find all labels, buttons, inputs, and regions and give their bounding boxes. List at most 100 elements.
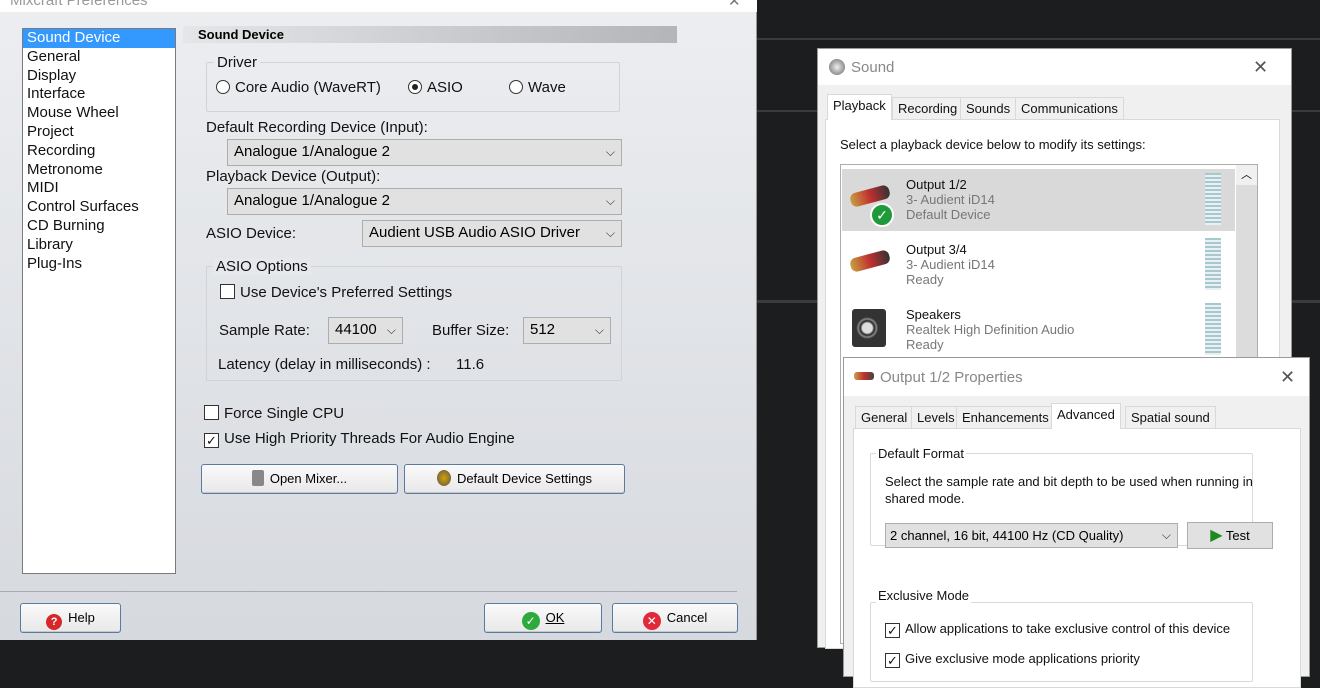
sound-title: Sound: [851, 59, 895, 76]
device-name: Output 1/2: [906, 177, 967, 192]
asio-device-label: ASIO Device:: [206, 225, 297, 242]
level-meter: [1205, 238, 1221, 290]
sample-rate-select[interactable]: 44100 ⌵: [328, 317, 403, 344]
nav-item[interactable]: Display: [23, 67, 175, 86]
latency-label: Latency (delay in milliseconds) :: [218, 356, 431, 373]
properties-tabs: General Levels Enhancements Advanced Spatial…: [853, 403, 1303, 429]
device-item[interactable]: Speakers Realtek High Definition Audio Rea…: [842, 299, 1235, 361]
section-header: Sound Device: [183, 26, 677, 43]
nav-item[interactable]: Plug-Ins: [23, 255, 175, 274]
nav-item[interactable]: Recording: [23, 142, 175, 161]
nav-item[interactable]: General: [23, 48, 175, 67]
driver-label: Driver: [214, 54, 260, 71]
category-list[interactable]: Sound Device General Display Interface Mouse…: [22, 28, 176, 574]
exclusive-priority-checkbox[interactable]: ✓ Give exclusive mode applications priori…: [885, 651, 1140, 668]
nav-item[interactable]: MIDI: [23, 179, 175, 198]
tab[interactable]: Levels: [911, 406, 961, 428]
radio-wave[interactable]: Wave: [509, 79, 566, 96]
format-description: Select the sample rate and bit depth to …: [885, 474, 1253, 506]
cancel-button[interactable]: ✕ Cancel: [612, 603, 738, 633]
asio-options-label: ASIO Options: [213, 258, 311, 275]
tab[interactable]: Enhancements: [956, 406, 1055, 428]
sound-icon: [829, 59, 845, 75]
device-status: Default Device: [906, 207, 991, 222]
sound-title-bar: Sound ✕: [818, 49, 1291, 85]
preferred-settings-checkbox[interactable]: Use Device's Preferred Settings: [220, 284, 452, 301]
instruction-text: Select a playback device below to modify…: [840, 137, 1146, 152]
device-sub: 3- Audient iD14: [906, 257, 995, 272]
radio-asio[interactable]: ASIO: [408, 79, 463, 96]
nav-item[interactable]: Project: [23, 123, 175, 142]
speaker-icon: [251, 470, 264, 486]
device-status: Ready: [906, 337, 944, 352]
buffer-size-select[interactable]: 512 ⌵: [523, 317, 611, 344]
exclusive-control-checkbox[interactable]: ✓ Allow applications to take exclusive co…: [885, 621, 1230, 638]
open-mixer-button[interactable]: Open Mixer...: [201, 464, 398, 494]
default-device-settings-button[interactable]: Default Device Settings: [404, 464, 625, 494]
help-icon: ?: [46, 614, 63, 630]
latency-value: 11.6: [456, 356, 485, 373]
rca-cable-icon: [854, 372, 874, 380]
high-priority-threads-checkbox[interactable]: ✓ Use High Priority Threads For Audio Eng…: [204, 430, 515, 448]
tab[interactable]: Spatial sound: [1125, 406, 1216, 428]
nav-item[interactable]: Control Surfaces: [23, 198, 175, 217]
buffer-size-label: Buffer Size:: [432, 322, 510, 339]
playback-device-label: Playback Device (Output):: [206, 168, 381, 185]
radio-core-audio[interactable]: Core Audio (WaveRT): [216, 79, 381, 96]
device-sub: 3- Audient iD14: [906, 192, 995, 207]
nav-item[interactable]: Sound Device: [23, 29, 175, 48]
force-single-cpu-checkbox[interactable]: Force Single CPU: [204, 405, 344, 422]
nav-item[interactable]: Library: [23, 236, 175, 255]
dialog-title: Mixcraft Preferences: [10, 0, 148, 9]
device-name: Speakers: [906, 307, 961, 322]
help-button[interactable]: ? Help: [20, 603, 121, 633]
tab[interactable]: Sounds: [960, 97, 1017, 119]
chevron-down-icon: ⌵: [605, 226, 615, 240]
nav-item[interactable]: Mouse Wheel: [23, 104, 175, 123]
device-status: Ready: [906, 272, 944, 287]
level-meter: [1205, 303, 1221, 355]
level-meter: [1205, 173, 1221, 225]
properties-window: Output 1/2 Properties ✕ General Levels Enh…: [843, 357, 1310, 688]
close-button[interactable]: ✕: [1280, 367, 1295, 388]
nav-item[interactable]: Metronome: [23, 161, 175, 180]
sample-rate-label: Sample Rate:: [219, 322, 310, 339]
test-button[interactable]: ▶ Test: [1187, 522, 1273, 549]
recording-device-select[interactable]: Analogue 1/Analogue 2 ⌵: [227, 139, 622, 166]
sound-tabs: Playback Recording Sounds Communications: [825, 94, 1285, 120]
default-check-icon: ✓: [870, 203, 894, 227]
ok-button[interactable]: ✓ OK: [484, 603, 602, 633]
tab[interactable]: Communications: [1015, 97, 1124, 119]
preferences-dialog: Mixcraft Preferences ✕ Sound Device Gener…: [0, 0, 757, 640]
exclusive-mode-group: [870, 602, 1253, 682]
chevron-down-icon: ⌵: [386, 323, 396, 337]
divider: [0, 591, 737, 592]
device-item[interactable]: ✓ Output 1/2 3- Audient iD14 Default Device: [842, 169, 1235, 231]
daw-gridline: [757, 38, 1320, 40]
properties-title-bar: Output 1/2 Properties ✕: [844, 358, 1309, 396]
close-button[interactable]: ✕: [728, 0, 741, 10]
device-name: Output 3/4: [906, 242, 967, 257]
tab[interactable]: Advanced: [1051, 403, 1121, 429]
device-item[interactable]: Output 3/4 3- Audient iD14 Ready: [842, 234, 1235, 296]
chevron-down-icon: ⌵: [1161, 528, 1171, 542]
default-format-label: Default Format: [876, 446, 966, 461]
close-button[interactable]: ✕: [1253, 57, 1268, 78]
exclusive-mode-label: Exclusive Mode: [876, 588, 972, 603]
format-select[interactable]: 2 channel, 16 bit, 44100 Hz (CD Quality)…: [885, 523, 1178, 548]
asio-device-select[interactable]: Audient USB Audio ASIO Driver ⌵: [362, 220, 622, 247]
tab[interactable]: Recording: [892, 97, 964, 119]
tab[interactable]: Playback: [827, 94, 892, 120]
nav-item[interactable]: CD Burning: [23, 217, 175, 236]
cancel-icon: ✕: [642, 612, 661, 630]
nav-item[interactable]: Interface: [23, 85, 175, 104]
play-icon: ▶: [1210, 527, 1223, 544]
playback-device-select[interactable]: Analogue 1/Analogue 2 ⌵: [227, 188, 622, 215]
speaker-settings-icon: [436, 470, 451, 486]
scroll-up-icon[interactable]: ︿: [1236, 165, 1257, 185]
properties-title: Output 1/2 Properties: [880, 369, 1023, 386]
chevron-down-icon: ⌵: [605, 194, 615, 208]
tab[interactable]: General: [855, 406, 914, 428]
check-icon: ✓: [521, 612, 540, 630]
chevron-down-icon: ⌵: [594, 323, 604, 337]
